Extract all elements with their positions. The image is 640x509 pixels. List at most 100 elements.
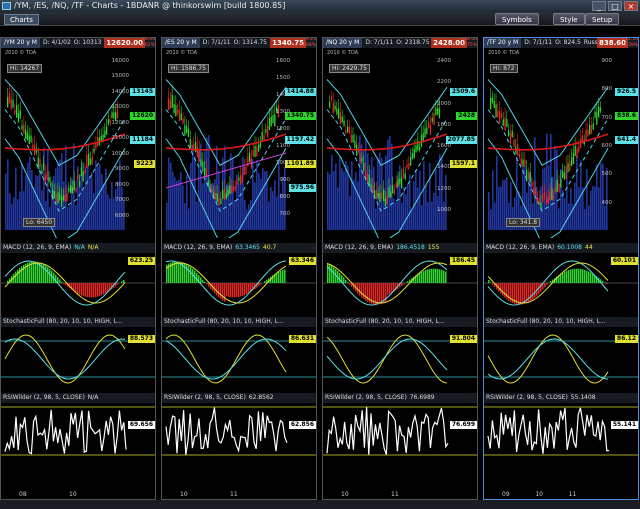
volume-bar bbox=[496, 155, 498, 230]
macd-histogram-bar bbox=[246, 283, 248, 295]
candle-body bbox=[249, 152, 251, 163]
candle-body bbox=[341, 116, 343, 123]
candle-body bbox=[395, 182, 397, 188]
watermark: 2010 © TDA bbox=[5, 50, 37, 56]
candle-body bbox=[401, 177, 403, 189]
candle-body bbox=[567, 163, 569, 173]
candle-body bbox=[7, 97, 9, 108]
volume-bar bbox=[343, 171, 345, 230]
open-readout: O: 824.5 bbox=[555, 39, 581, 46]
candle-body bbox=[426, 127, 428, 134]
volume-bar bbox=[437, 195, 439, 230]
volume-bar bbox=[97, 166, 99, 230]
macd-histogram-bar bbox=[500, 283, 502, 294]
macd-histogram-bar bbox=[331, 265, 333, 283]
chart-panel-1[interactable]: /YM 20 y MD: 4/1/02O: 10313ML12620.00-78… bbox=[0, 37, 156, 500]
time-axis-label: 10 bbox=[180, 491, 188, 498]
macd-histogram-bar bbox=[584, 269, 586, 283]
window-controls: _ □ × bbox=[592, 1, 638, 11]
macd-value: N/A bbox=[74, 244, 85, 251]
symbols-button[interactable]: Symbols bbox=[495, 13, 539, 25]
macd-histogram-bar bbox=[389, 283, 391, 294]
macd-histogram-bar bbox=[91, 283, 93, 298]
candle-body bbox=[256, 146, 258, 157]
candle-body bbox=[10, 98, 12, 110]
chart-panel-3[interactable]: /NQ 20 y M D: 7/1/11 O: 2318.75 2428.00 +18.… bbox=[322, 37, 478, 500]
price-scale-label: 600 bbox=[601, 143, 613, 149]
macd-histogram-bar bbox=[224, 283, 226, 302]
volume-bar bbox=[194, 156, 196, 230]
volume-bar bbox=[578, 187, 580, 230]
close-button[interactable]: × bbox=[624, 1, 638, 11]
candle-body bbox=[576, 148, 578, 159]
candle-body bbox=[569, 161, 571, 171]
candle-body bbox=[558, 183, 560, 193]
price-scale-label: 800 bbox=[601, 86, 613, 93]
price-scale-label: 1300 bbox=[276, 109, 290, 115]
chart-panel-2[interactable]: /ES 20 y MD: 7/1/11O: 1314.75E-m1340.75-… bbox=[161, 37, 317, 500]
volume-bar bbox=[115, 188, 117, 230]
macd-histogram-bar bbox=[95, 283, 97, 297]
volume-bar bbox=[95, 160, 97, 230]
candle-body bbox=[61, 196, 63, 207]
time-axis: 08 10 bbox=[1, 491, 155, 499]
macd-histogram-bar bbox=[87, 283, 89, 298]
bollinger-upper bbox=[165, 79, 287, 166]
time-axis-label: 11 bbox=[230, 491, 238, 498]
candle-body bbox=[30, 135, 32, 143]
candle-body bbox=[343, 120, 345, 126]
open-readout: O: 1314.75 bbox=[233, 39, 267, 46]
candle-body bbox=[220, 198, 222, 205]
candle-body bbox=[404, 173, 406, 180]
price-scale-label: 1500 bbox=[276, 75, 290, 81]
candle-body bbox=[544, 191, 546, 199]
macd-histogram-bar bbox=[568, 270, 570, 283]
symbol-label: /YM 20 y M bbox=[1, 38, 40, 48]
candle-body bbox=[88, 153, 90, 166]
maximize-button[interactable]: □ bbox=[608, 1, 622, 11]
volume-bar bbox=[75, 205, 77, 230]
minimize-button[interactable]: _ bbox=[592, 1, 606, 11]
style-button-label: Style bbox=[560, 16, 578, 24]
macd-histogram-bar bbox=[578, 268, 580, 283]
volume-bar bbox=[172, 171, 174, 230]
style-button[interactable]: Style bbox=[553, 13, 585, 25]
macd-histogram-bar bbox=[218, 283, 220, 298]
volume-bar bbox=[367, 153, 369, 230]
candle-body bbox=[202, 161, 204, 172]
volume-bar bbox=[594, 186, 596, 230]
watermark: 2010 © TDA bbox=[166, 50, 198, 56]
macd-histogram-bar bbox=[226, 283, 228, 297]
macd-histogram-bar bbox=[407, 281, 409, 283]
volume-bar bbox=[67, 207, 69, 230]
change-block: +18.00 +0.75% bbox=[459, 38, 477, 48]
volume-bar bbox=[558, 208, 560, 230]
candle-body bbox=[200, 159, 202, 166]
macd-histogram-bar bbox=[381, 283, 383, 304]
macd-histogram-bar bbox=[202, 279, 204, 283]
macd-histogram-bar bbox=[443, 270, 445, 283]
candle-body bbox=[14, 109, 16, 114]
macd-histogram-bar bbox=[550, 281, 552, 283]
tab-charts[interactable]: Charts bbox=[4, 14, 39, 25]
candle-body bbox=[53, 191, 56, 199]
setup-button[interactable]: Setup bbox=[585, 13, 620, 25]
macd-histogram-bar bbox=[282, 270, 284, 283]
candle-body bbox=[195, 141, 197, 153]
candle-body bbox=[383, 189, 385, 202]
volume-bar bbox=[427, 201, 429, 230]
volume-bar bbox=[407, 184, 409, 230]
macd-value: 186.4518 bbox=[396, 244, 425, 251]
chart-panel-4[interactable]: /TF 20 y M D: 7/1/11 O: 824.5 Russ 838.60 +11… bbox=[483, 37, 639, 500]
candle-body bbox=[531, 182, 533, 187]
volume-bar bbox=[347, 165, 349, 230]
macd-histogram-bar bbox=[590, 272, 592, 283]
volume-bar bbox=[186, 175, 188, 230]
volume-bar bbox=[417, 187, 419, 230]
rsi-line bbox=[4, 409, 127, 455]
price-tag: 641.4 bbox=[615, 136, 638, 144]
volume-bar bbox=[264, 171, 266, 230]
volume-bar bbox=[170, 162, 172, 230]
macd-histogram-bar bbox=[502, 283, 504, 296]
candle-body bbox=[75, 187, 77, 193]
